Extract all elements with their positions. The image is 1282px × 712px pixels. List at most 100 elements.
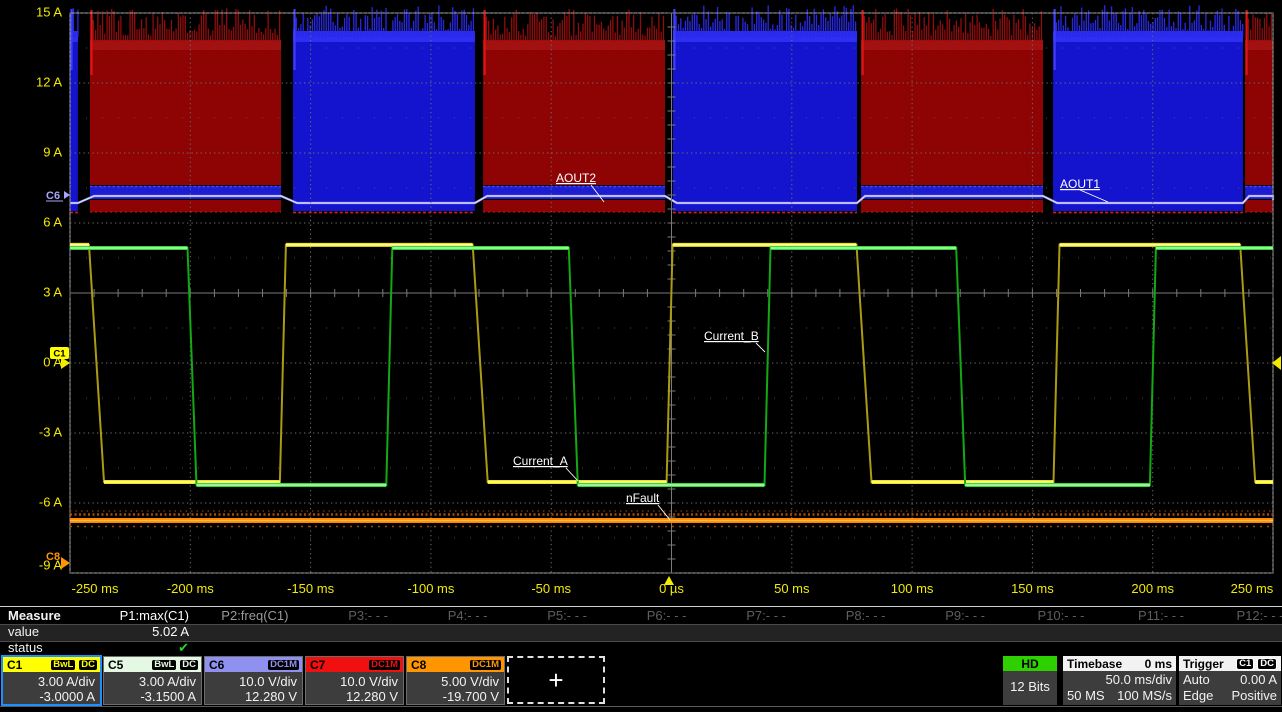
channel-box-c5[interactable]: C5 BwLDC 3.00 A/div-3.1500 A <box>103 656 202 705</box>
svg-text:Current_A: Current_A <box>513 454 568 468</box>
waveform-display[interactable]: 15 A12 A9 A6 A3 A0 A-3 A-6 A-9 A-250 ms-… <box>0 0 1282 600</box>
value-row-background <box>0 624 1282 642</box>
channel-c6-badge-dc1m: DC1M <box>267 659 300 671</box>
hd-acquisition-box[interactable]: HD 12 Bits <box>1003 656 1057 705</box>
y-axis-label: -3 A <box>39 424 62 439</box>
channel-box-c7[interactable]: C7 DC1M 10.0 V/div12.280 V <box>305 656 404 705</box>
svg-text:AOUT2: AOUT2 <box>556 171 596 185</box>
measure-param-p6[interactable]: P6:- - - <box>593 608 687 624</box>
channel-c5-badge-dc: DC <box>179 659 199 671</box>
measure-param-p10[interactable]: P10:- - - <box>991 608 1085 624</box>
channel-c6-offset: 12.280 V <box>207 689 297 704</box>
channel-c8-name: C8 <box>411 658 426 672</box>
channel-c8-scale: 5.00 V/div <box>409 674 499 689</box>
timebase-samples: 50 MS <box>1067 688 1105 704</box>
aout1-pwm-block <box>673 36 857 211</box>
x-axis-label: 50 ms <box>774 581 810 596</box>
annotation-current_b: Current_B <box>704 329 765 352</box>
channel-c8-badge-dc1m: DC1M <box>469 659 502 671</box>
measure-param-p11[interactable]: P11:- - - <box>1090 608 1184 624</box>
hd-label: HD <box>1021 657 1038 671</box>
channel-c5-badge-bwl: BwL <box>151 659 177 671</box>
annotation-current_a: Current_A <box>513 454 578 481</box>
channel-c1-badge-bwl: BwL <box>50 659 76 671</box>
svg-text:AOUT1: AOUT1 <box>1060 177 1100 191</box>
channel-c5-scale: 3.00 A/div <box>106 674 196 689</box>
measure-param-p4[interactable]: P4:- - - <box>394 608 488 624</box>
svg-text:C8: C8 <box>46 551 60 563</box>
x-axis-label: 200 ms <box>1131 581 1174 596</box>
measure-param-p1[interactable]: P1:max(C1) <box>95 608 189 624</box>
channel-c1-name: C1 <box>7 658 22 672</box>
x-axis-label: 150 ms <box>1011 581 1054 596</box>
measure-param-p9[interactable]: P9:- - - <box>891 608 985 624</box>
channel-c7-name: C7 <box>310 658 325 672</box>
status-row-label: status <box>8 640 43 656</box>
measure-param-p3[interactable]: P3:- - - <box>294 608 388 624</box>
c6-marker[interactable]: C6 <box>46 190 70 202</box>
y-axis-label: 6 A <box>43 214 62 229</box>
channel-c6-scale: 10.0 V/div <box>207 674 297 689</box>
svg-text:Current_B: Current_B <box>704 329 759 343</box>
trigger-type: Edge <box>1183 688 1213 704</box>
timebase-label: Timebase <box>1067 657 1122 671</box>
measure-param-p2[interactable]: P2:freq(C1) <box>195 608 289 624</box>
y-axis-label: -6 A <box>39 494 62 509</box>
timebase-sample-rate: 100 MS/s <box>1117 688 1172 704</box>
aout2-pwm-block <box>483 45 665 185</box>
aout2-pwm-block <box>861 45 1043 185</box>
channel-c7-badge-dc1m: DC1M <box>368 659 401 671</box>
x-axis-label: -150 ms <box>287 581 334 596</box>
trigger-level: 0.00 A <box>1240 672 1277 688</box>
aout2-pwm-block <box>90 45 281 185</box>
measure-status-icon-p1: ✔ <box>95 640 189 656</box>
trigger-mode: Auto <box>1183 672 1210 688</box>
x-axis-label: -200 ms <box>167 581 214 596</box>
channel-descriptor-row: C1BwLDC3.00 A/div-3.0000 AC5BwLDC3.00 A/… <box>2 656 605 705</box>
measure-param-p5[interactable]: P5:- - - <box>493 608 587 624</box>
aout1-pwm-block <box>293 36 475 211</box>
x-axis-label: -100 ms <box>407 581 454 596</box>
channel-c8-offset: -19.700 V <box>409 689 499 704</box>
aout2-pwm-block <box>1245 45 1273 185</box>
channel-c1-scale: 3.00 A/div <box>5 674 95 689</box>
channel-c7-scale: 10.0 V/div <box>308 674 398 689</box>
trigger-coupling-badge: DC <box>1257 658 1277 670</box>
timebase-scale: 50.0 ms/div <box>1067 672 1172 688</box>
svg-text:C1: C1 <box>53 349 66 360</box>
channel-box-c6[interactable]: C6 DC1M 10.0 V/div12.280 V <box>204 656 303 705</box>
channel-c5-name: C5 <box>108 658 123 672</box>
value-row-label: value <box>8 624 39 640</box>
channel-c1-offset: -3.0000 A <box>5 689 95 704</box>
oscilloscope-screen: 15 A12 A9 A6 A3 A0 A-3 A-6 A-9 A-250 ms-… <box>0 0 1282 712</box>
y-axis-label: 9 A <box>43 144 62 159</box>
measure-param-p8[interactable]: P8:- - - <box>792 608 886 624</box>
svg-text:nFault: nFault <box>626 491 660 505</box>
channel-c5-offset: -3.1500 A <box>106 689 196 704</box>
trigger-source-badge: C1 <box>1236 658 1254 670</box>
y-axis-label: 12 A <box>36 74 62 89</box>
x-axis-label: 250 ms <box>1231 581 1274 596</box>
measure-param-p7[interactable]: P7:- - - <box>692 608 786 624</box>
measure-param-p12[interactable]: P12:- - - <box>1190 608 1282 624</box>
trigger-box[interactable]: Trigger C1 DC Auto 0.00 A Edge Positive <box>1179 656 1281 705</box>
brand-footer: TELEDYNE LECROY <box>0 706 1282 712</box>
channel-box-c8[interactable]: C8 DC1M 5.00 V/div-19.700 V <box>406 656 505 705</box>
trigger-slope: Positive <box>1231 688 1277 704</box>
channel-c6-name: C6 <box>209 658 224 672</box>
y-axis-label: 15 A <box>36 4 62 19</box>
y-axis-label: 3 A <box>43 284 62 299</box>
timebase-offset: 0 ms <box>1145 657 1172 671</box>
channel-c1-badge-dc: DC <box>78 659 98 671</box>
measure-separator <box>0 606 1282 607</box>
timebase-box[interactable]: Timebase 0 ms 50.0 ms/div 50 MS 100 MS/s <box>1063 656 1176 705</box>
svg-text:C6: C6 <box>46 190 60 202</box>
channel-c7-offset: 12.280 V <box>308 689 398 704</box>
trigger-label: Trigger <box>1183 657 1224 671</box>
x-axis-label: -250 ms <box>72 581 119 596</box>
add-channel-button[interactable]: + <box>507 656 605 704</box>
measure-title: Measure <box>8 608 61 624</box>
channel-box-c1[interactable]: C1 BwLDC 3.00 A/div-3.0000 A <box>1 655 102 706</box>
hd-bits: 12 Bits <box>1010 679 1050 695</box>
x-axis-label: -50 ms <box>531 581 571 596</box>
